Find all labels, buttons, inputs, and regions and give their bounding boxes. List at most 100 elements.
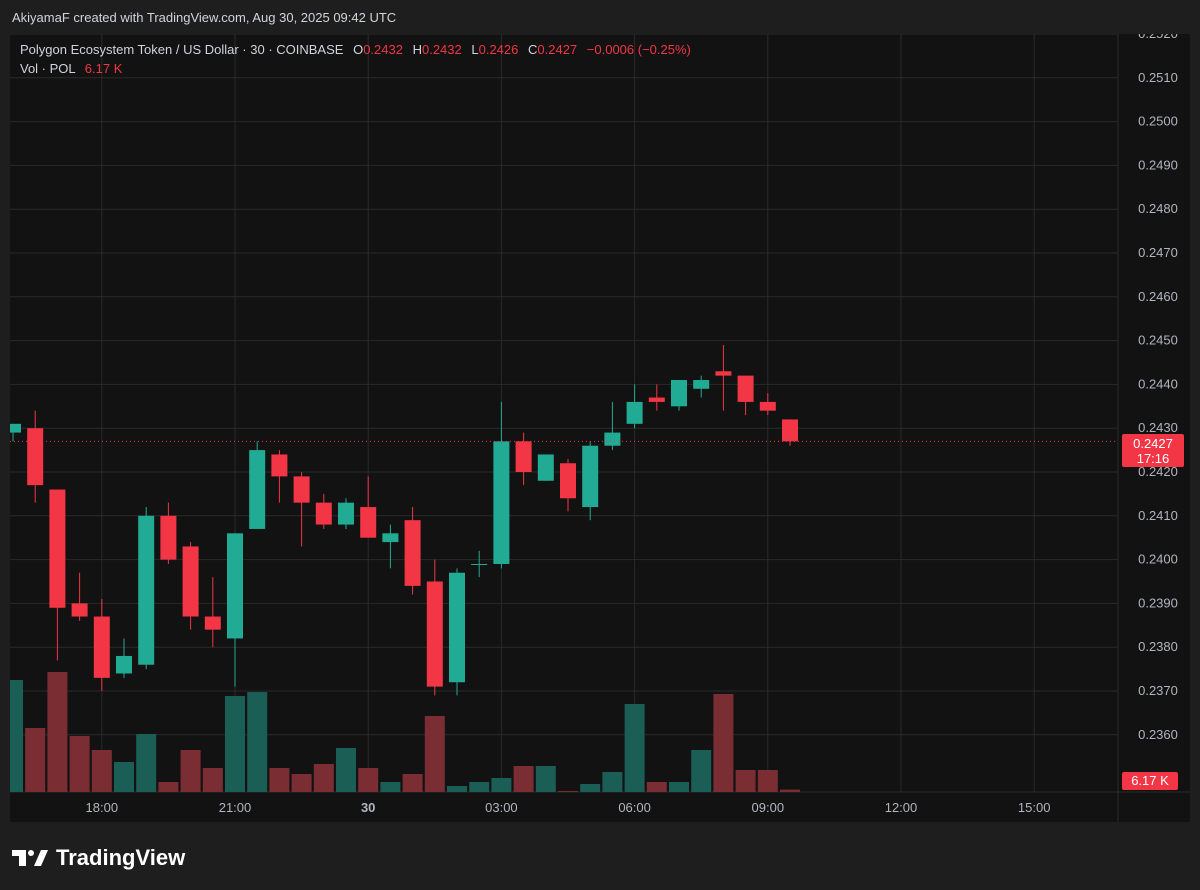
- brand-name: TradingView: [56, 845, 186, 870]
- volume-bar: [380, 782, 401, 792]
- candlestick-chart[interactable]: 0.2520 0.2510 0.2500 0.2490 0.2480 0.2470 0.24…: [10, 34, 1190, 822]
- volume-bar: [624, 704, 645, 792]
- candle-body: [227, 533, 243, 639]
- low-value: 0.2426: [478, 42, 519, 57]
- candle[interactable]: [227, 533, 243, 687]
- time-tick-label: 18:00: [86, 800, 119, 815]
- symbol-description: Polygon Ecosystem Token / US Dollar · 30…: [20, 42, 344, 57]
- candle[interactable]: [49, 489, 66, 661]
- candle-body: [493, 441, 510, 564]
- candle-body: [537, 454, 554, 481]
- candle-body: [560, 463, 576, 499]
- candle[interactable]: [471, 550, 488, 578]
- price-tick-label: 0.2510: [1138, 70, 1178, 85]
- price-tick-label: 0.2400: [1138, 552, 1178, 567]
- close-label: C: [528, 42, 538, 57]
- tradingview-logo-icon: [12, 850, 48, 866]
- candle-body: [737, 375, 754, 402]
- candle-body: [10, 423, 21, 433]
- price-tick-label: 0.2440: [1138, 376, 1178, 391]
- candle-body: [338, 502, 354, 525]
- candle[interactable]: [449, 568, 465, 696]
- candle[interactable]: [160, 502, 177, 564]
- volume-bar: [358, 768, 379, 792]
- candle-body: [648, 397, 665, 402]
- candle[interactable]: [382, 524, 399, 569]
- candle[interactable]: [759, 393, 776, 416]
- candle-body: [671, 380, 687, 407]
- volume-bar: [558, 791, 578, 792]
- candle-body: [782, 419, 798, 442]
- chart-area[interactable]: 0.2520 0.2510 0.2500 0.2490 0.2480 0.2470 0.24…: [10, 34, 1190, 822]
- candle-body: [27, 428, 44, 486]
- candle-body: [759, 401, 776, 411]
- candle[interactable]: [582, 441, 599, 521]
- candle[interactable]: [293, 472, 310, 547]
- candle-body: [515, 441, 532, 472]
- volume-bar: [25, 728, 46, 792]
- candle[interactable]: [715, 344, 732, 411]
- open-label: O: [353, 42, 364, 57]
- candle[interactable]: [71, 572, 88, 621]
- volume-label: Vol · POL: [20, 61, 76, 76]
- volume-bars: [10, 672, 800, 792]
- candle[interactable]: [360, 476, 377, 538]
- volume-bar: [691, 750, 712, 792]
- time-tick-label: 12:00: [885, 800, 918, 815]
- candle-body: [582, 445, 599, 508]
- candle[interactable]: [116, 638, 132, 678]
- grid-lines: [10, 34, 1190, 822]
- candle[interactable]: [315, 493, 332, 529]
- candle[interactable]: [10, 423, 21, 442]
- candle[interactable]: [671, 380, 687, 411]
- candle-body: [315, 502, 332, 525]
- volume-bar: [735, 770, 756, 792]
- volume-bar: [535, 766, 556, 792]
- low-label: L: [471, 42, 479, 57]
- volume-bar: [114, 762, 134, 792]
- candle[interactable]: [138, 507, 155, 670]
- time-tick-label: 15:00: [1018, 800, 1051, 815]
- volume-bar: [91, 750, 112, 792]
- volume-bar: [402, 774, 423, 792]
- candle-body: [71, 603, 88, 617]
- volume-bar: [780, 789, 800, 792]
- time-tick-label: 03:00: [485, 800, 518, 815]
- price-tick-label: 0.2480: [1138, 201, 1178, 216]
- tradingview-brand[interactable]: TradingView: [12, 845, 185, 871]
- volume-bar: [580, 784, 601, 792]
- candle[interactable]: [493, 401, 510, 569]
- candle-body: [116, 655, 132, 674]
- candle[interactable]: [204, 577, 221, 648]
- price-axis: 0.2520 0.2510 0.2500 0.2490 0.2480 0.2470 0.24…: [1138, 34, 1178, 742]
- high-label: H: [412, 42, 422, 57]
- candle[interactable]: [604, 401, 621, 451]
- volume-bar: [646, 782, 667, 792]
- candle[interactable]: [737, 375, 754, 416]
- candle[interactable]: [93, 599, 110, 691]
- candle[interactable]: [27, 410, 44, 503]
- price-tick-label: 0.2520: [1138, 34, 1178, 41]
- volume-bar: [47, 672, 68, 792]
- candle[interactable]: [338, 498, 354, 529]
- volume-bar: [291, 774, 312, 792]
- price-tick-label: 0.2450: [1138, 333, 1178, 348]
- candle[interactable]: [271, 450, 288, 503]
- candle-body: [426, 581, 443, 687]
- candle[interactable]: [626, 384, 643, 429]
- top-bar: AkiyamaF created with TradingView.com, A…: [0, 0, 1200, 34]
- candle-body: [160, 515, 177, 560]
- price-tick-label: 0.2490: [1138, 157, 1178, 172]
- candle[interactable]: [560, 458, 576, 512]
- candle[interactable]: [426, 559, 443, 696]
- candle-body: [471, 563, 488, 565]
- candle[interactable]: [515, 432, 532, 486]
- candle[interactable]: [648, 384, 665, 411]
- volume-bar: [602, 772, 623, 792]
- candle[interactable]: [404, 507, 421, 595]
- candle[interactable]: [249, 441, 266, 529]
- volume-bar: [424, 716, 445, 792]
- candle[interactable]: [537, 454, 554, 481]
- candle[interactable]: [182, 542, 199, 630]
- candle[interactable]: [693, 375, 710, 398]
